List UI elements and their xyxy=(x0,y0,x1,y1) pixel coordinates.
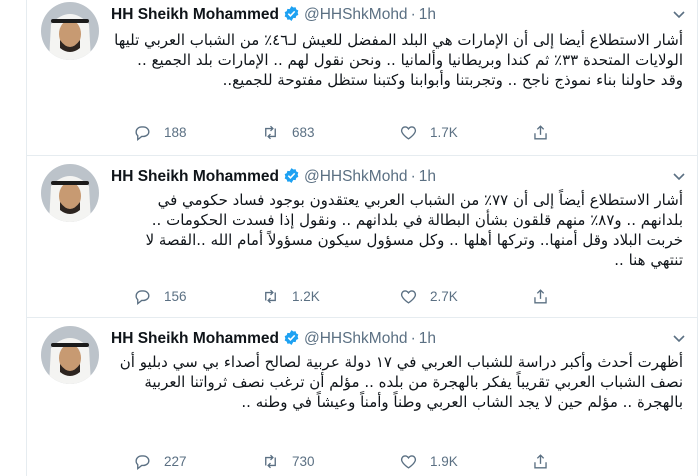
retweet-count: 730 xyxy=(292,453,315,469)
author-handle[interactable]: @HHShkMohd xyxy=(304,6,408,23)
tweet-header: HH Sheikh Mohammed @HHShkMohd · 1h xyxy=(111,4,436,24)
author-name[interactable]: HH Sheikh Mohammed xyxy=(111,330,279,347)
tweet[interactable]: HH Sheikh Mohammed @HHShkMohd · 1h أشار الا… xyxy=(27,0,697,156)
tweet-actions: 156 1.2K 2.7K xyxy=(111,285,611,307)
separator-dot: · xyxy=(410,168,416,185)
chevron-down-icon[interactable] xyxy=(671,6,687,22)
timeline: HH Sheikh Mohammed @HHShkMohd · 1h أشار الا… xyxy=(26,0,698,476)
tweet[interactable]: HH Sheikh Mohammed @HHShkMohd · 1h أظهرت أح… xyxy=(27,318,697,476)
verified-badge-icon xyxy=(284,168,299,183)
heart-icon xyxy=(400,454,417,469)
tweet-actions: 188 683 1.7K xyxy=(111,121,611,143)
reply-icon xyxy=(135,289,150,305)
timestamp[interactable]: 1h xyxy=(419,168,436,185)
retweet-count: 683 xyxy=(292,124,315,140)
tweet-header: HH Sheikh Mohammed @HHShkMohd · 1h xyxy=(111,166,436,186)
author-name[interactable]: HH Sheikh Mohammed xyxy=(111,168,279,185)
timestamp[interactable]: 1h xyxy=(419,330,436,347)
reply-button[interactable]: 227 xyxy=(133,450,187,472)
like-count: 2.7K xyxy=(430,288,458,304)
avatar[interactable] xyxy=(41,2,99,60)
retweet-icon xyxy=(265,125,276,139)
tweet-text: أشار الاستطلاع أيضاً إلى أن ٧٧٪ من الشبا… xyxy=(145,191,683,269)
like-button[interactable]: 1.7K xyxy=(399,121,458,143)
avatar[interactable] xyxy=(41,164,99,222)
timestamp[interactable]: 1h xyxy=(419,6,436,23)
author-handle[interactable]: @HHShkMohd xyxy=(304,168,408,185)
retweet-button[interactable]: 1.2K xyxy=(261,285,320,307)
share-icon xyxy=(534,124,547,140)
heart-icon xyxy=(400,289,417,304)
like-button[interactable]: 1.9K xyxy=(399,450,458,472)
reply-count: 156 xyxy=(164,288,187,304)
like-count: 1.7K xyxy=(430,124,458,140)
chevron-down-icon[interactable] xyxy=(671,330,687,346)
reply-count: 227 xyxy=(164,453,187,469)
tweet-text: أظهرت أحدث وأكبر دراسة للشباب العربي في … xyxy=(119,353,683,411)
tweet-header: HH Sheikh Mohammed @HHShkMohd · 1h xyxy=(111,328,436,348)
like-count: 1.9K xyxy=(430,453,458,469)
share-icon xyxy=(534,453,547,469)
author-name[interactable]: HH Sheikh Mohammed xyxy=(111,6,279,23)
verified-badge-icon xyxy=(284,6,299,21)
heart-icon xyxy=(400,125,417,140)
like-button[interactable]: 2.7K xyxy=(399,285,458,307)
tweet[interactable]: HH Sheikh Mohammed @HHShkMohd · 1h أشار الا… xyxy=(27,156,697,318)
share-button[interactable] xyxy=(531,121,562,143)
reply-button[interactable]: 188 xyxy=(133,121,187,143)
separator-dot: · xyxy=(410,6,416,23)
verified-badge-icon xyxy=(284,330,299,345)
share-button[interactable] xyxy=(531,285,562,307)
chevron-down-icon[interactable] xyxy=(671,168,687,184)
avatar[interactable] xyxy=(41,326,99,384)
author-handle[interactable]: @HHShkMohd xyxy=(304,330,408,347)
reply-count: 188 xyxy=(164,124,187,140)
reply-icon xyxy=(135,125,150,141)
share-icon xyxy=(534,288,547,304)
retweet-icon xyxy=(265,454,276,468)
separator-dot: · xyxy=(410,330,416,347)
retweet-count: 1.2K xyxy=(292,288,320,304)
reply-icon xyxy=(135,454,150,470)
retweet-button[interactable]: 683 xyxy=(261,121,315,143)
tweet-text: أشار الاستطلاع أيضا إلى أن الإمارات هي ا… xyxy=(114,31,683,89)
retweet-button[interactable]: 730 xyxy=(261,450,315,472)
share-button[interactable] xyxy=(531,450,562,472)
tweet-actions: 227 730 1.9K xyxy=(111,450,611,472)
reply-button[interactable]: 156 xyxy=(133,285,187,307)
retweet-icon xyxy=(265,289,276,303)
